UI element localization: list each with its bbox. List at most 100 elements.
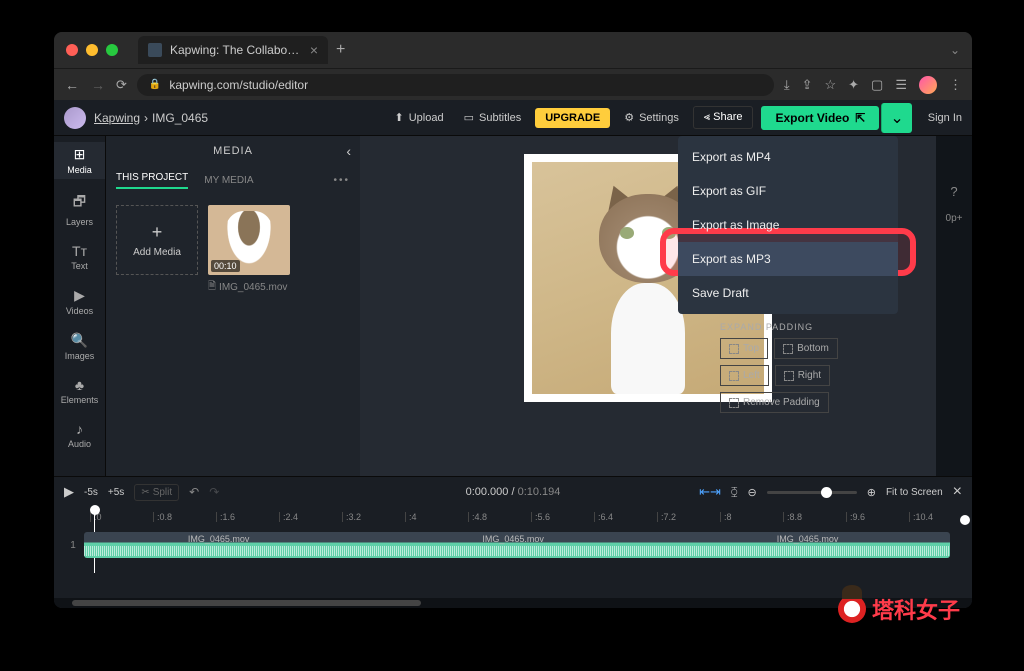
track-clip[interactable]: IMG_0465.mov IMG_0465.mov IMG_0465.mov (84, 532, 950, 558)
zoom-out-button[interactable]: ⊖ (748, 486, 757, 499)
skip-back-button[interactable]: -5s (84, 487, 98, 498)
export-mp3-item[interactable]: Export as MP3 (678, 242, 898, 276)
scissors-icon: ✂ (141, 487, 149, 498)
media-thumbnail[interactable]: 00:10 🗎IMG_0465.mov (208, 205, 290, 296)
scrollbar-thumb[interactable] (72, 600, 421, 606)
timeline-close-button[interactable]: × (953, 483, 962, 501)
media-grid: + Add Media 00:10 🗎IMG_0465.mov (106, 195, 360, 306)
videos-icon: ▶ (74, 287, 85, 304)
zoom-slider[interactable] (767, 491, 857, 494)
play-button[interactable]: ▶ (64, 484, 74, 500)
export-video-button[interactable]: Export Video⇱ (761, 106, 879, 130)
window-maximize-button[interactable] (106, 44, 118, 56)
tab-this-project[interactable]: THIS PROJECT (116, 172, 188, 189)
panel-header: MEDIA ‹ (106, 136, 360, 166)
settings-button[interactable]: ⚙Settings (618, 108, 685, 127)
timeline-scrollbar[interactable] (54, 598, 972, 608)
window-minimize-button[interactable] (86, 44, 98, 56)
redo-button[interactable]: ↷ (209, 485, 219, 499)
rail-text[interactable]: TᴛText (54, 239, 105, 275)
subtitles-button[interactable]: ▭Subtitles (458, 108, 528, 127)
skip-forward-button[interactable]: +5s (108, 487, 124, 498)
profile-avatar[interactable] (919, 76, 937, 94)
help-icon[interactable]: ? (950, 184, 957, 199)
padding-bottom-button[interactable]: Bottom (774, 338, 838, 359)
reload-button[interactable]: ⟳ (116, 77, 127, 93)
rail-layers[interactable]: 🗗Layers (54, 187, 105, 231)
padding-left-button[interactable]: Left (720, 365, 769, 386)
export-gif-item[interactable]: Export as GIF (678, 174, 898, 208)
export-dropdown-button[interactable]: ⌄ (881, 103, 911, 133)
rail-images[interactable]: 🔍Images (54, 328, 105, 365)
export-image-item[interactable]: Export as Image (678, 208, 898, 242)
playhead[interactable] (90, 505, 100, 515)
breadcrumb-project[interactable]: IMG_0465 (152, 111, 208, 125)
rail-videos[interactable]: ▶Videos (54, 283, 105, 320)
new-tab-button[interactable]: + (336, 41, 345, 59)
watermark-icon (838, 595, 866, 623)
ruler-tick: :7.2 (657, 512, 720, 522)
breadcrumb-app[interactable]: Kapwing (94, 111, 140, 125)
extensions-icon[interactable]: ✦ (848, 77, 859, 93)
nav-back-button[interactable]: ← (64, 77, 80, 93)
rail-media[interactable]: ⊞Media (54, 142, 105, 179)
upload-button[interactable]: ⬆Upload (389, 108, 450, 127)
zoom-slider-thumb[interactable] (821, 487, 832, 498)
upgrade-button[interactable]: UPGRADE (535, 108, 610, 128)
clip-label: IMG_0465.mov (482, 534, 544, 544)
audio-icon: ♪ (76, 421, 83, 437)
share-icon: ⪡ (704, 111, 710, 123)
plus-icon: + (152, 222, 163, 243)
clip-label: IMG_0465.mov (777, 534, 839, 544)
bookmark-icon[interactable]: ☆ (824, 77, 836, 93)
tab-favicon (148, 43, 162, 57)
export-mp4-item[interactable]: Export as MP4 (678, 140, 898, 174)
canvas-area[interactable]: Export as MP4 Export as GIF Export as Im… (360, 136, 936, 476)
zoom-in-button[interactable]: ⊕ (867, 486, 876, 499)
cast-icon[interactable]: ▢ (871, 77, 883, 93)
ruler-tick: :4.8 (468, 512, 531, 522)
padding-right-button[interactable]: Right (775, 365, 830, 386)
ruler-tick: :0 (90, 512, 153, 522)
timeline-ruler[interactable]: :0 :0.8 :1.6 :2.4 :3.2 :4 :4.8 :5.6 :6.4… (54, 507, 972, 527)
browser-tab[interactable]: Kapwing: The Collaborative Onl × (138, 36, 328, 64)
ruler-tick: :2.4 (279, 512, 342, 522)
track-row: 1 IMG_0465.mov IMG_0465.mov IMG_0465.mov (62, 531, 964, 559)
share-browser-icon[interactable]: ⇪ (802, 77, 813, 93)
clip-label: IMG_0465.mov (188, 534, 250, 544)
url-field[interactable]: 🔒 kapwing.com/studio/editor (137, 74, 774, 96)
file-icon: 🗎 (208, 279, 216, 296)
undo-button[interactable]: ↶ (189, 485, 199, 499)
window-close-button[interactable] (66, 44, 78, 56)
save-draft-item[interactable]: Save Draft (678, 276, 898, 310)
ruler-tick: :1.6 (216, 512, 279, 522)
app-logo[interactable] (64, 107, 86, 129)
nav-forward-button[interactable]: → (90, 77, 106, 93)
tab-close-icon[interactable]: × (310, 42, 318, 58)
add-media-button[interactable]: + Add Media (116, 205, 198, 275)
resolution-button[interactable]: 0p+ (946, 213, 963, 224)
tab-my-media[interactable]: MY MEDIA (204, 175, 253, 186)
magnet-icon[interactable]: ⧲ (731, 486, 738, 499)
browser-menu-icon[interactable]: ⋮ (949, 77, 962, 93)
rail-audio[interactable]: ♪Audio (54, 417, 105, 453)
images-icon: 🔍 (71, 332, 88, 349)
chevron-down-icon[interactable]: ⌄ (950, 43, 960, 57)
remove-padding-button[interactable]: Remove Padding (720, 392, 829, 413)
rail-elements[interactable]: ♣Elements (54, 373, 105, 409)
panel-collapse-button[interactable]: ‹ (346, 143, 352, 159)
split-button[interactable]: ✂Split (134, 484, 179, 501)
sign-in-button[interactable]: Sign In (920, 112, 962, 124)
timeline-end-handle[interactable] (960, 515, 970, 525)
fit-to-screen-button[interactable]: Fit to Screen (886, 487, 943, 498)
reading-list-icon[interactable]: ☰ (895, 77, 907, 93)
media-panel: MEDIA ‹ THIS PROJECT MY MEDIA ••• + Add … (106, 136, 360, 476)
app-container: Kapwing › IMG_0465 ⬆Upload ▭Subtitles UP… (54, 100, 972, 608)
share-button[interactable]: ⪡ Share (693, 106, 754, 129)
panel-more-button[interactable]: ••• (333, 175, 350, 186)
install-icon[interactable]: ⤓ (784, 77, 790, 93)
padding-top-button[interactable]: Top (720, 338, 768, 359)
export-menu: Export as MP4 Export as GIF Export as Im… (678, 136, 898, 314)
ruler-tick: :8 (720, 512, 783, 522)
snap-icon[interactable]: ⇤⇥ (699, 484, 721, 500)
